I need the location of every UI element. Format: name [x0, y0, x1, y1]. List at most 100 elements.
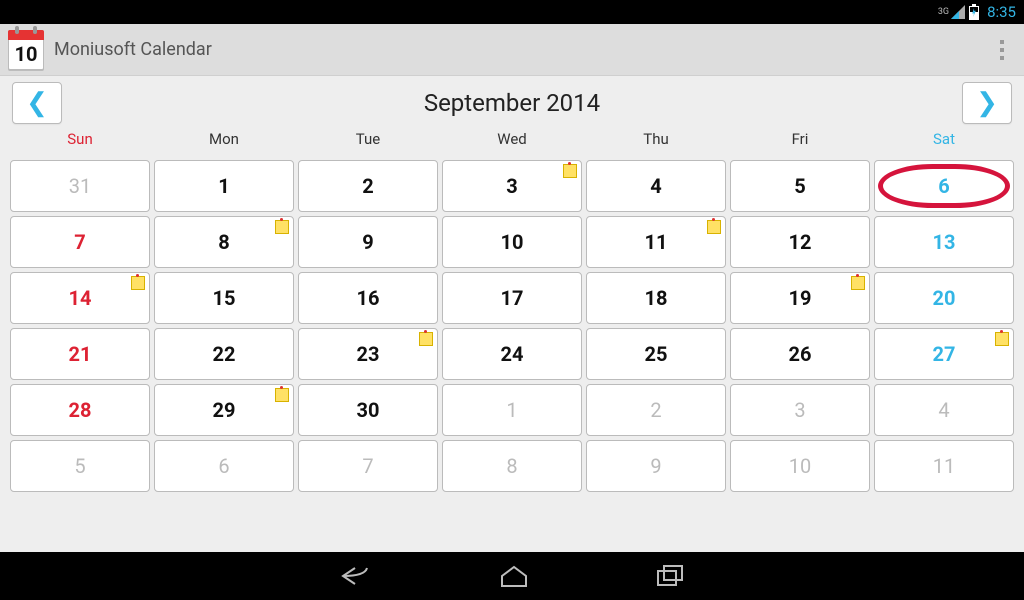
day-number: 13 [933, 230, 956, 254]
day-cell[interactable]: 5 [730, 160, 870, 212]
action-bar: 10 Moniusoft Calendar [0, 24, 1024, 76]
recents-button[interactable] [647, 556, 693, 596]
day-cell[interactable]: 3 [442, 160, 582, 212]
day-number: 11 [933, 454, 955, 478]
day-cell[interactable]: 15 [154, 272, 294, 324]
day-number: 1 [506, 398, 517, 422]
day-cell[interactable]: 4 [586, 160, 726, 212]
day-cell[interactable]: 4 [874, 384, 1014, 436]
day-cell[interactable]: 2 [298, 160, 438, 212]
signal-icon [951, 5, 965, 19]
day-cell[interactable]: 11 [874, 440, 1014, 492]
day-number: 3 [794, 398, 805, 422]
weekday-label: Wed [442, 130, 582, 156]
day-number: 15 [213, 286, 236, 310]
day-cell[interactable]: 18 [586, 272, 726, 324]
day-number: 10 [789, 454, 811, 478]
back-button[interactable] [331, 556, 381, 596]
day-cell[interactable]: 23 [298, 328, 438, 380]
day-cell[interactable]: 31 [10, 160, 150, 212]
day-number: 28 [69, 398, 92, 422]
day-cell[interactable]: 6 [874, 160, 1014, 212]
day-cell[interactable]: 10 [730, 440, 870, 492]
day-number: 24 [501, 342, 524, 366]
day-cell[interactable]: 1 [442, 384, 582, 436]
day-cell[interactable]: 13 [874, 216, 1014, 268]
weekday-label: Tue [298, 130, 438, 156]
day-number: 8 [506, 454, 517, 478]
day-cell[interactable]: 24 [442, 328, 582, 380]
day-number: 21 [69, 342, 92, 366]
weekday-label: Thu [586, 130, 726, 156]
day-cell[interactable]: 11 [586, 216, 726, 268]
day-number: 16 [357, 286, 380, 310]
note-icon [851, 276, 865, 290]
note-icon [275, 220, 289, 234]
day-cell[interactable]: 29 [154, 384, 294, 436]
day-cell[interactable]: 3 [730, 384, 870, 436]
status-bar: 3G 8:35 [0, 0, 1024, 24]
day-number: 23 [357, 342, 380, 366]
day-number: 6 [938, 174, 949, 198]
day-cell[interactable]: 17 [442, 272, 582, 324]
day-cell[interactable]: 2 [586, 384, 726, 436]
month-title: September 2014 [424, 89, 600, 117]
weekday-header: SunMonTueWedThuFriSat [0, 130, 1024, 156]
day-cell[interactable]: 16 [298, 272, 438, 324]
prev-month-button[interactable]: ❮ [12, 82, 62, 124]
day-number: 10 [501, 230, 524, 254]
day-number: 4 [650, 174, 661, 198]
day-cell[interactable]: 14 [10, 272, 150, 324]
home-button[interactable] [491, 556, 537, 596]
day-cell[interactable]: 9 [586, 440, 726, 492]
day-cell[interactable]: 7 [298, 440, 438, 492]
day-cell[interactable]: 9 [298, 216, 438, 268]
weekday-label: Sat [874, 130, 1014, 156]
day-cell[interactable]: 10 [442, 216, 582, 268]
day-cell[interactable]: 8 [442, 440, 582, 492]
day-number: 6 [218, 454, 229, 478]
day-cell[interactable]: 28 [10, 384, 150, 436]
day-number: 18 [645, 286, 668, 310]
day-number: 26 [789, 342, 812, 366]
day-cell[interactable]: 6 [154, 440, 294, 492]
day-number: 22 [213, 342, 236, 366]
day-number: 9 [650, 454, 661, 478]
day-cell[interactable]: 27 [874, 328, 1014, 380]
day-number: 5 [794, 174, 805, 198]
day-number: 4 [938, 398, 949, 422]
day-cell[interactable]: 20 [874, 272, 1014, 324]
note-icon [131, 276, 145, 290]
day-cell[interactable]: 12 [730, 216, 870, 268]
day-cell[interactable]: 1 [154, 160, 294, 212]
app-icon: 10 [8, 30, 44, 70]
calendar-grid: 3112345678910111213141516171819202122232… [0, 156, 1024, 500]
day-number: 12 [789, 230, 812, 254]
day-number: 25 [645, 342, 668, 366]
day-number: 19 [789, 286, 812, 310]
day-number: 5 [74, 454, 85, 478]
day-number: 14 [69, 286, 92, 310]
day-number: 30 [357, 398, 380, 422]
day-cell[interactable]: 30 [298, 384, 438, 436]
day-number: 27 [933, 342, 956, 366]
battery-icon [969, 4, 979, 20]
day-cell[interactable]: 21 [10, 328, 150, 380]
day-number: 31 [69, 174, 91, 198]
note-icon [275, 388, 289, 402]
day-cell[interactable]: 5 [10, 440, 150, 492]
day-cell[interactable]: 7 [10, 216, 150, 268]
day-number: 20 [933, 286, 956, 310]
weekday-label: Sun [10, 130, 150, 156]
app-title: Moniusoft Calendar [54, 39, 212, 60]
day-cell[interactable]: 19 [730, 272, 870, 324]
day-cell[interactable]: 25 [586, 328, 726, 380]
day-cell[interactable]: 26 [730, 328, 870, 380]
next-month-button[interactable]: ❯ [962, 82, 1012, 124]
overflow-menu-icon[interactable] [988, 30, 1016, 70]
day-number: 7 [362, 454, 373, 478]
day-number: 17 [501, 286, 524, 310]
day-number: 2 [650, 398, 661, 422]
day-cell[interactable]: 8 [154, 216, 294, 268]
day-cell[interactable]: 22 [154, 328, 294, 380]
